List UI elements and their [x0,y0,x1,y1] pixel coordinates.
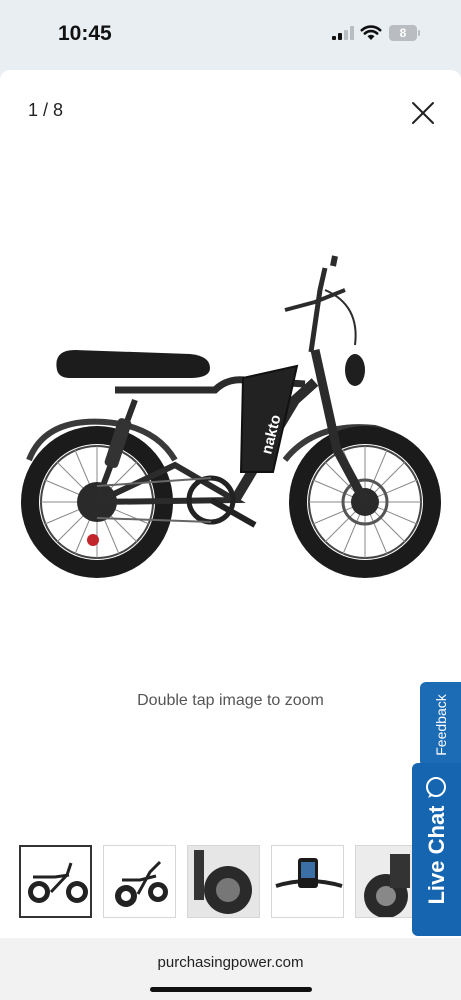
display-thumbnail-icon [275,858,343,888]
image-counter: 1 / 8 [28,100,64,120]
chat-bubble-icon [426,777,446,798]
thumbnail-5[interactable] [355,845,414,918]
close-icon[interactable] [408,98,438,128]
product-image[interactable]: nakto [15,250,445,590]
live-chat-label: Live Chat [423,805,449,905]
site-url[interactable]: purchasingpower.com [0,954,461,971]
battery-indicator: 8 [389,25,417,41]
status-bar: 10:45 8 [0,0,461,70]
home-indicator[interactable] [150,987,312,992]
thumbnail-1[interactable] [19,845,92,918]
zoom-hint: Double tap image to zoom [137,692,324,709]
live-chat-tab[interactable]: Live Chat [412,763,461,936]
cellular-signal-icon [332,26,354,40]
thumbnail-2[interactable] [103,845,176,918]
bike-detail-thumbnail-icon [188,846,259,917]
clock: 10:45 [58,22,112,45]
browser-address-bar[interactable]: purchasingpower.com [0,938,461,1000]
feedback-tab[interactable]: Feedback [420,682,461,767]
image-viewer-modal: 1 / 8 nakto Double tap image to zoom [0,70,461,938]
thumbnail-strip[interactable] [19,845,414,921]
bike-thumbnail-icon [28,862,88,903]
bike-thumbnail-icon [115,860,168,907]
bike-detail-thumbnail-icon [356,846,414,917]
wifi-icon [360,25,382,40]
thumbnail-3[interactable] [187,845,260,918]
thumbnail-4[interactable] [271,845,344,918]
battery-tip [418,30,420,36]
feedback-label: Feedback [432,693,449,756]
